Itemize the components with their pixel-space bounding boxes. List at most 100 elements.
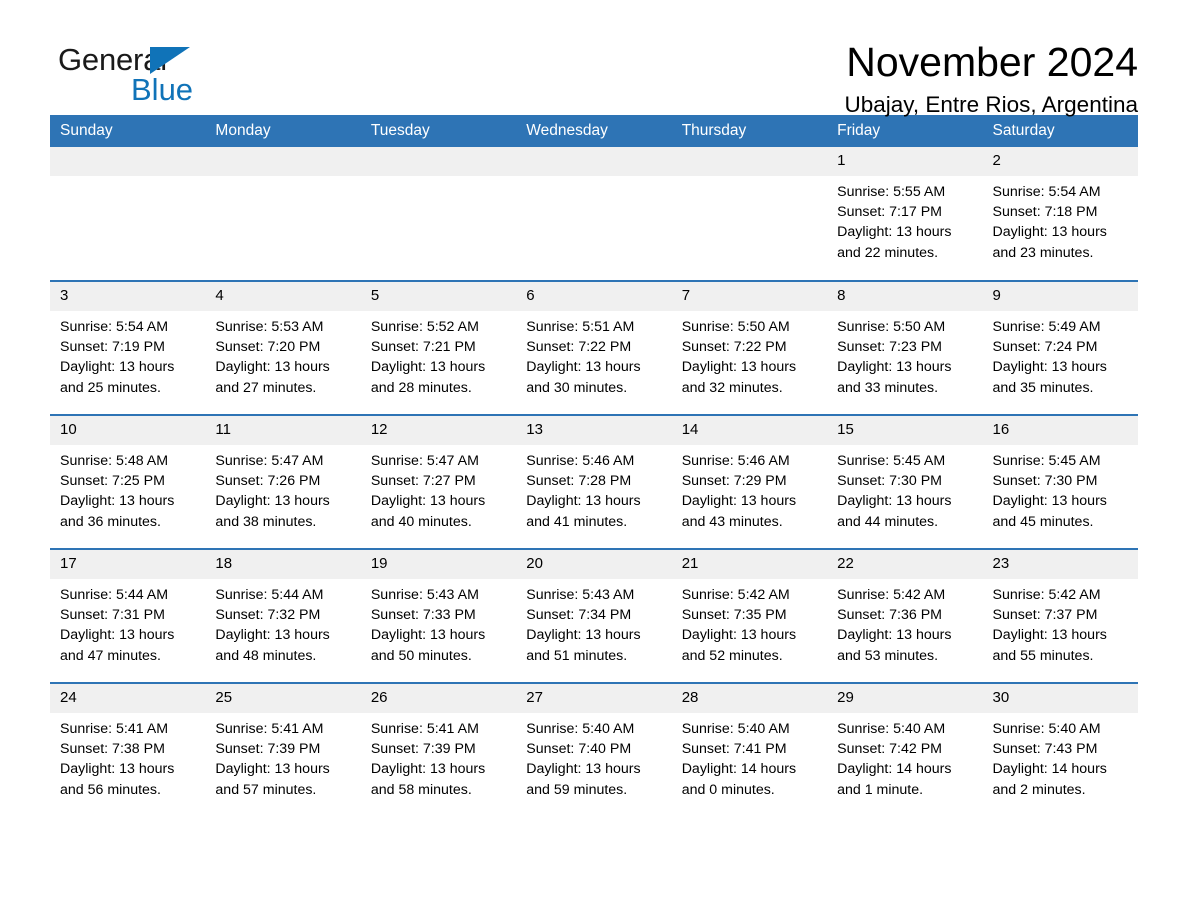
calendar-day-cell[interactable]: 27 Sunrise: 5:40 AM Sunset: 7:40 PM Dayligh…: [516, 682, 672, 817]
day-number: 28: [671, 684, 828, 713]
daylight-text-line1: Daylight: 13 hours: [215, 359, 330, 376]
calendar-day-cell[interactable]: 11 Sunrise: 5:47 AM Sunset: 7:26 PM Dayligh…: [205, 414, 361, 549]
day-details: Sunrise: 5:45 AM Sunset: 7:30 PM Daylight:…: [827, 445, 982, 532]
daylight-text-line2: and 36 minutes.: [60, 513, 161, 530]
sunrise-text: Sunrise: 5:41 AM: [60, 721, 169, 737]
calendar-body: 1 Sunrise: 5:55 AM Sunset: 7:17 PM Daylight…: [50, 147, 1138, 817]
calendar-day-cell[interactable]: 23 Sunrise: 5:42 AM Sunset: 7:37 PM Dayligh…: [982, 548, 1138, 683]
daylight-text-line1: Daylight: 13 hours: [526, 493, 641, 510]
day-number: 26: [360, 684, 517, 713]
sunset-text: Sunset: 7:41 PM: [681, 741, 787, 758]
daylight-text-line2: and 59 minutes.: [526, 781, 628, 798]
sunrise-text: Sunrise: 5:40 AM: [681, 721, 790, 737]
calendar-day-cell[interactable]: 19 Sunrise: 5:43 AM Sunset: 7:33 PM Dayligh…: [360, 548, 517, 683]
daylight-text-line1: Daylight: 13 hours: [992, 493, 1107, 510]
calendar-day-cell[interactable]: 2 Sunrise: 5:54 AM Sunset: 7:18 PM Daylight…: [982, 147, 1138, 281]
sunrise-text: Sunrise: 5:49 AM: [992, 319, 1101, 335]
daylight-text-line1: Daylight: 13 hours: [370, 761, 486, 778]
sunrise-text: Sunrise: 5:46 AM: [681, 453, 790, 469]
calendar-day-cell[interactable]: 26 Sunrise: 5:41 AM Sunset: 7:39 PM Dayligh…: [360, 682, 517, 817]
sunrise-text: Sunrise: 5:40 AM: [837, 721, 946, 737]
title-block: November 2024 Ubajay, Entre Rios, Argent…: [50, 0, 1139, 120]
daylight-text-line2: and 35 minutes.: [992, 379, 1094, 396]
calendar-day-cell[interactable]: 14 Sunrise: 5:46 AM Sunset: 7:29 PM Dayligh…: [671, 414, 828, 549]
calendar-day-cell[interactable]: 21 Sunrise: 5:42 AM Sunset: 7:35 PM Dayligh…: [671, 548, 828, 683]
calendar-day-cell[interactable]: 24 Sunrise: 5:41 AM Sunset: 7:38 PM Dayligh…: [50, 682, 206, 817]
calendar-day-cell[interactable]: 10 Sunrise: 5:48 AM Sunset: 7:25 PM Dayligh…: [50, 414, 206, 549]
calendar-day-cell[interactable]: 13 Sunrise: 5:46 AM Sunset: 7:28 PM Dayligh…: [516, 414, 672, 549]
calendar-day-cell[interactable]: 5 Sunrise: 5:52 AM Sunset: 7:21 PM Daylight…: [360, 280, 517, 415]
daylight-text-line1: Daylight: 14 hours: [681, 761, 797, 778]
sunrise-text: Sunrise: 5:44 AM: [215, 587, 324, 603]
daylight-text-line1: Daylight: 13 hours: [60, 761, 175, 778]
day-number: 4: [205, 282, 361, 311]
sunrise-text: Sunrise: 5:42 AM: [681, 587, 790, 603]
calendar-day-cell[interactable]: 3 Sunrise: 5:54 AM Sunset: 7:19 PM Daylight…: [50, 280, 206, 415]
day-number: 6: [516, 282, 672, 311]
logo-text-blue: Blue: [131, 72, 194, 107]
calendar-day-cell[interactable]: 22 Sunrise: 5:42 AM Sunset: 7:36 PM Dayligh…: [827, 548, 983, 683]
day-number: [516, 147, 672, 176]
day-details: Sunrise: 5:50 AM Sunset: 7:22 PM Daylight:…: [672, 311, 827, 398]
calendar-day-cell[interactable]: 8 Sunrise: 5:50 AM Sunset: 7:23 PM Daylight…: [827, 280, 983, 415]
daylight-text-line2: and 47 minutes.: [60, 647, 161, 664]
sunrise-text: Sunrise: 5:48 AM: [60, 453, 169, 469]
sunset-text: Sunset: 7:30 PM: [837, 473, 942, 490]
daylight-text-line1: Daylight: 13 hours: [215, 627, 330, 644]
daylight-text-line2: and 27 minutes.: [215, 379, 317, 396]
sunset-text: Sunset: 7:38 PM: [60, 741, 165, 758]
calendar-day-cell[interactable]: 6 Sunrise: 5:51 AM Sunset: 7:22 PM Daylight…: [516, 280, 672, 415]
daylight-text-line2: and 45 minutes.: [992, 513, 1094, 530]
day-number: 13: [516, 416, 672, 445]
day-number: 20: [516, 550, 672, 579]
day-number: 25: [205, 684, 361, 713]
day-number: 22: [827, 550, 983, 579]
sunset-text: Sunset: 7:33 PM: [370, 607, 476, 624]
day-number: 17: [50, 550, 206, 579]
daylight-text-line1: Daylight: 13 hours: [681, 493, 797, 510]
day-number: [205, 147, 361, 176]
day-details: Sunrise: 5:41 AM Sunset: 7:39 PM Daylight:…: [361, 713, 516, 800]
calendar-day-cell[interactable]: 29 Sunrise: 5:40 AM Sunset: 7:42 PM Dayligh…: [827, 682, 983, 817]
general-blue-logo[interactable]: General Blue: [58, 44, 208, 110]
day-number: 9: [982, 282, 1138, 311]
day-number: 18: [205, 550, 361, 579]
day-details: Sunrise: 5:42 AM Sunset: 7:35 PM Daylight:…: [672, 579, 827, 666]
calendar-day-cell[interactable]: 20 Sunrise: 5:43 AM Sunset: 7:34 PM Dayligh…: [516, 548, 672, 683]
daylight-text-line2: and 52 minutes.: [681, 647, 783, 664]
calendar-day-cell[interactable]: 7 Sunrise: 5:50 AM Sunset: 7:22 PM Daylight…: [671, 280, 828, 415]
day-details: Sunrise: 5:49 AM Sunset: 7:24 PM Daylight:…: [983, 311, 1138, 398]
day-number: [360, 147, 517, 176]
calendar-day-cell[interactable]: 12 Sunrise: 5:47 AM Sunset: 7:27 PM Dayligh…: [360, 414, 517, 549]
calendar-day-cell[interactable]: 9 Sunrise: 5:49 AM Sunset: 7:24 PM Daylight…: [982, 280, 1138, 415]
day-details: Sunrise: 5:47 AM Sunset: 7:27 PM Daylight:…: [361, 445, 516, 532]
day-number: 3: [50, 282, 206, 311]
calendar-day-cell[interactable]: 15 Sunrise: 5:45 AM Sunset: 7:30 PM Dayligh…: [827, 414, 983, 549]
daylight-text-line2: and 56 minutes.: [60, 781, 161, 798]
calendar-day-cell-empty: [360, 147, 517, 281]
daylight-text-line2: and 40 minutes.: [370, 513, 472, 530]
daylight-text-line2: and 25 minutes.: [60, 379, 161, 396]
calendar-day-cell[interactable]: 28 Sunrise: 5:40 AM Sunset: 7:41 PM Dayligh…: [671, 682, 828, 817]
day-details: Sunrise: 5:48 AM Sunset: 7:25 PM Daylight:…: [50, 445, 205, 532]
sunrise-text: Sunrise: 5:46 AM: [526, 453, 635, 469]
sunrise-text: Sunrise: 5:40 AM: [526, 721, 635, 737]
calendar-day-cell[interactable]: 4 Sunrise: 5:53 AM Sunset: 7:20 PM Daylight…: [205, 280, 361, 415]
calendar-day-cell[interactable]: 30 Sunrise: 5:40 AM Sunset: 7:43 PM Dayligh…: [982, 682, 1138, 817]
triangle-icon: [150, 47, 190, 74]
day-details: Sunrise: 5:55 AM Sunset: 7:17 PM Daylight:…: [827, 176, 982, 263]
calendar-day-cell[interactable]: 1 Sunrise: 5:55 AM Sunset: 7:17 PM Daylight…: [827, 147, 983, 281]
daylight-text-line1: Daylight: 13 hours: [681, 359, 797, 376]
calendar-day-cell[interactable]: 18 Sunrise: 5:44 AM Sunset: 7:32 PM Dayligh…: [205, 548, 361, 683]
day-number: 30: [982, 684, 1138, 713]
daylight-text-line1: Daylight: 13 hours: [992, 224, 1107, 241]
calendar-day-cell[interactable]: 25 Sunrise: 5:41 AM Sunset: 7:39 PM Dayligh…: [205, 682, 361, 817]
calendar-day-cell[interactable]: 16 Sunrise: 5:45 AM Sunset: 7:30 PM Dayligh…: [982, 414, 1138, 549]
sunrise-text: Sunrise: 5:54 AM: [60, 319, 169, 335]
daylight-text-line2: and 22 minutes.: [837, 244, 939, 261]
day-number: 14: [671, 416, 828, 445]
sunset-text: Sunset: 7:35 PM: [681, 607, 787, 624]
daylight-text-line1: Daylight: 13 hours: [60, 359, 175, 376]
day-details: Sunrise: 5:43 AM Sunset: 7:34 PM Daylight:…: [516, 579, 671, 666]
calendar-day-cell[interactable]: 17 Sunrise: 5:44 AM Sunset: 7:31 PM Dayligh…: [50, 548, 206, 683]
